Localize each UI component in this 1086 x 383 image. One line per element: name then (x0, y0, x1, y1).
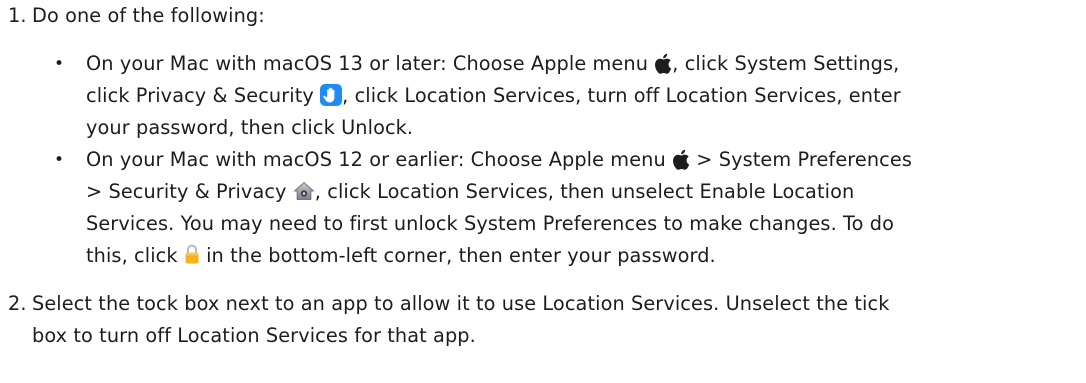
bullet-line: this, click in the bottom-left corner, t… (86, 240, 1086, 272)
bullet-line: On your Mac with macOS 12 or earlier: Ch… (86, 144, 1086, 180)
step-line: box to turn off Location Services for th… (32, 324, 476, 347)
step-text: Do one of the following: (32, 4, 265, 27)
bullet-dot: • (54, 54, 65, 74)
text-span: , click Location Services, turn off Loca… (342, 84, 901, 107)
instructions-document: 1. Do one of the following: • On your Ma… (0, 0, 1086, 383)
text-span: your password, then click Unlock. (86, 116, 414, 139)
security-privacy-house-icon (293, 179, 315, 200)
text-span: click Privacy & Security (86, 84, 321, 107)
step-number: 2. (8, 292, 27, 315)
bullet-line: > Security & Privacy , click Location Se… (86, 176, 1086, 208)
bullet-line: click Privacy & Security , click Locatio… (86, 80, 1086, 112)
step-number: 1. (8, 4, 27, 27)
text-span: Services. You may need to first unlock S… (86, 212, 894, 235)
bullet-dot: • (54, 150, 65, 170)
text-span: , click System Settings, (672, 52, 900, 75)
bullet-line: your password, then click Unlock. (86, 112, 1086, 144)
privacy-hand-icon (320, 84, 343, 106)
text-span: in the bottom-left corner, then enter yo… (199, 244, 716, 267)
step-line: Select the tock box next to an app to al… (32, 292, 890, 315)
bullet-line: Services. You may need to first unlock S… (86, 208, 1086, 240)
bullet-line: On your Mac with macOS 13 or later: Choo… (86, 48, 1086, 84)
text-span: this, click (86, 244, 184, 267)
text-span: > Security & Privacy (86, 180, 293, 203)
text-span: > System Preferences (690, 148, 912, 171)
text-span: , click Location Services, then unselect… (314, 180, 855, 203)
text-span: On your Mac with macOS 13 or later: Choo… (86, 52, 655, 75)
lock-icon (184, 243, 200, 265)
text-span: On your Mac with macOS 12 or earlier: Ch… (86, 148, 673, 171)
